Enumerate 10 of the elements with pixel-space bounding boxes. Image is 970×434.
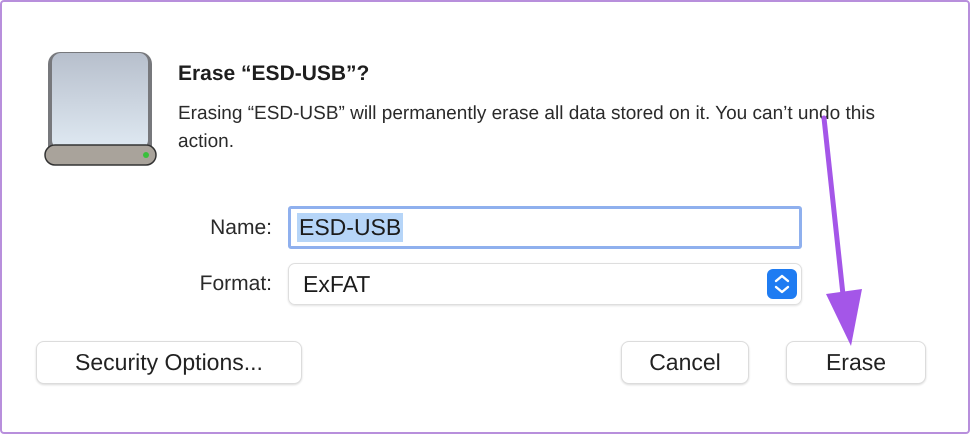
- format-dropdown[interactable]: ExFAT: [288, 263, 802, 305]
- name-field[interactable]: ESD-USB: [288, 206, 802, 249]
- dialog-title: Erase “ESD-USB”?: [178, 62, 370, 86]
- warning-message: Erasing “ESD-USB” will permanently erase all data stored on it. You can’t undo this action.: [178, 102, 876, 154]
- format-label: Format:: [198, 272, 272, 296]
- stepper-icon: [767, 269, 797, 299]
- cancel-button[interactable]: Cancel: [621, 341, 749, 384]
- options-button[interactable]: Security Options...: [36, 341, 302, 384]
- name-label: Name:: [209, 216, 272, 240]
- erase-button[interactable]: Erase: [786, 341, 926, 384]
